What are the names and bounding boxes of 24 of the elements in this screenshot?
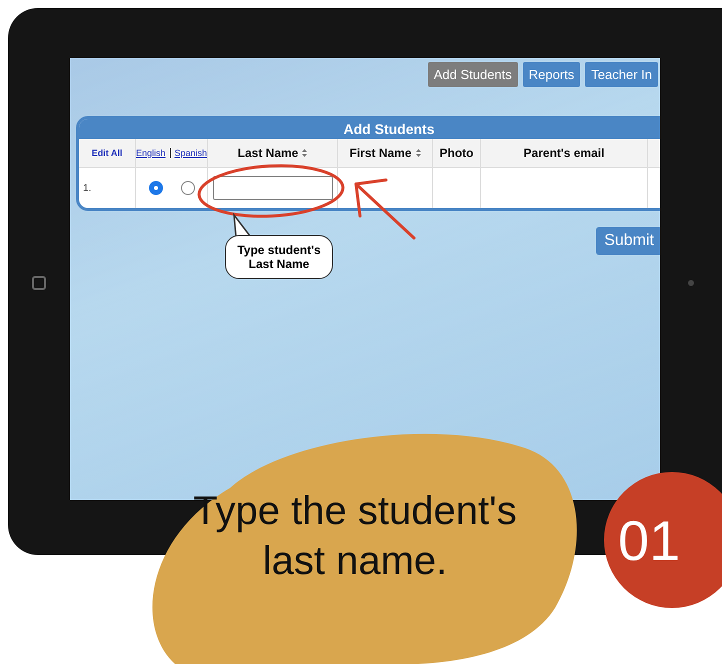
column-header: First Name [349, 146, 412, 160]
nav-tab[interactable]: Teacher In [585, 62, 658, 87]
step-number: 01 [604, 472, 722, 608]
nav-tab[interactable]: Reports [522, 62, 580, 87]
language-link[interactable]: Spanish [174, 148, 207, 158]
home-button[interactable] [32, 276, 46, 290]
table-title: Add Students [79, 119, 660, 139]
nav-tab[interactable]: Add Students [428, 62, 518, 87]
callout-bubble: Type student's Last Name [225, 235, 333, 279]
callout-tail [232, 213, 252, 237]
edit-all-link[interactable]: Edit All [92, 148, 122, 158]
submit-button[interactable]: Submit [596, 227, 660, 255]
last-name-field[interactable] [212, 176, 332, 200]
radio-button[interactable] [180, 181, 194, 195]
radio-button[interactable] [148, 181, 162, 195]
column-header: Last Name [238, 146, 298, 160]
caption-text: Type the student's last name. [192, 488, 518, 585]
column-header: Photo [440, 146, 474, 160]
camera-dot [688, 280, 694, 286]
sort-icon[interactable] [302, 149, 308, 157]
column-header: Parent's email [524, 146, 604, 160]
sort-icon[interactable] [416, 149, 421, 157]
row-number: 1. [83, 182, 92, 194]
language-link[interactable]: English [136, 148, 166, 158]
